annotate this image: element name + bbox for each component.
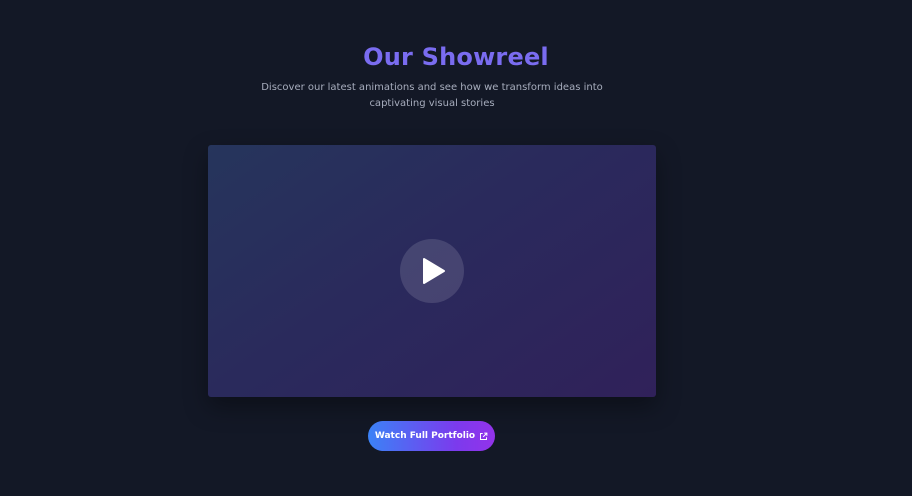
showreel-section: Our Showreel Discover our latest animati… bbox=[0, 0, 912, 496]
cta-label: Watch Full Portfolio bbox=[374, 431, 476, 441]
external-link-icon bbox=[480, 432, 488, 440]
page-title: Our Showreel bbox=[363, 43, 549, 71]
video-player[interactable] bbox=[208, 145, 656, 397]
play-icon bbox=[423, 258, 445, 284]
watch-full-portfolio-button[interactable]: Watch Full Portfolio bbox=[368, 421, 495, 451]
play-button[interactable] bbox=[400, 239, 464, 303]
page-subtitle: Discover our latest animations and see h… bbox=[261, 82, 603, 109]
